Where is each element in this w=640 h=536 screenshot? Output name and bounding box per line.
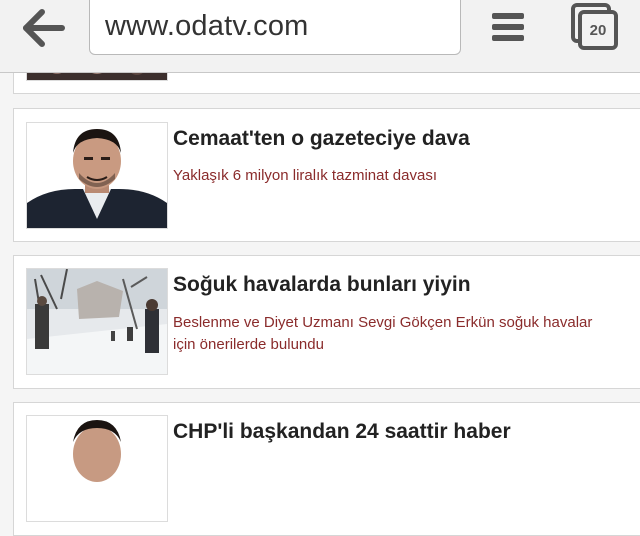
menu-button[interactable] [490, 9, 526, 45]
back-button[interactable] [18, 6, 70, 50]
article-thumbnail[interactable] [26, 122, 168, 229]
tab-count-badge: 20 [589, 22, 607, 39]
tabs-button[interactable]: 20 [570, 2, 620, 52]
article-card[interactable]: CHP'li başkandan 24 saattir haber [13, 402, 640, 536]
browser-toolbar: www.odatv.com 20 [0, 0, 640, 73]
article-headline[interactable]: Soğuk havalarda bunları yiyin [173, 273, 471, 297]
url-text[interactable]: www.odatv.com [105, 10, 309, 43]
article-summary[interactable]: Yaklaşık 6 milyon liralık tazminat davas… [173, 165, 613, 187]
article-thumbnail[interactable] [26, 268, 168, 375]
article-card[interactable]: Cemaat'ten o gazeteciye dava Yaklaşık 6 … [13, 108, 640, 242]
url-bar[interactable]: www.odatv.com [89, 0, 461, 55]
article-headline[interactable]: Cemaat'ten o gazeteciye dava [173, 127, 470, 151]
article-thumbnail[interactable] [26, 415, 168, 522]
article-card[interactable]: Soğuk havalarda bunları yiyin Beslenme v… [13, 255, 640, 389]
article-summary[interactable]: Beslenme ve Diyet Uzmanı Sevgi Gökçen Er… [173, 312, 613, 356]
back-arrow-icon [23, 9, 65, 47]
hamburger-menu-icon [492, 13, 524, 41]
article-headline[interactable]: CHP'li başkandan 24 saattir haber [173, 420, 511, 444]
